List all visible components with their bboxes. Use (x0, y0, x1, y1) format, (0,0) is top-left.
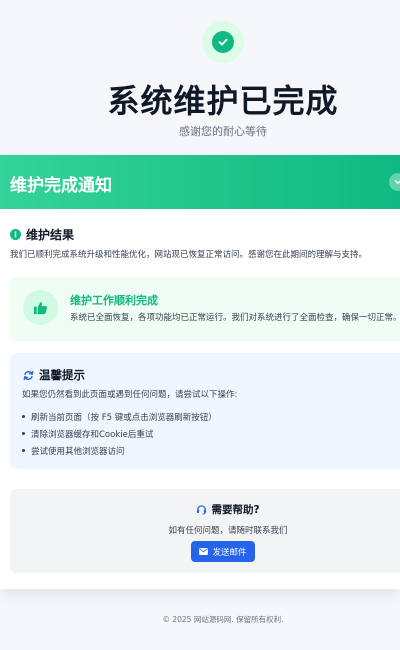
success-box: 维护工作顺利完成 系统已全面恢复，各项功能均已正常运行。我们对系统进行了全面检查… (10, 277, 400, 341)
help-box: 需要帮助? 如有任何问题，请随时联系我们 发送邮件 (10, 489, 400, 573)
help-text: 如有任何问题，请随时联系我们 (168, 526, 288, 536)
list-item: 清除浏览器缓存和Cookie后重试 (22, 425, 217, 442)
list-item: 刷新当前页面（按 F5 键或点击浏览器刷新按钮） (22, 408, 217, 425)
check-circle-icon (202, 21, 244, 63)
envelope-icon (199, 548, 209, 555)
list-item: 尝试使用其他浏览器访问 (22, 442, 217, 459)
tips-box: 温馨提示 如果您仍然看到此页面或遇到任何问题，请尝试以下操作: 刷新当前页面（按… (10, 353, 400, 469)
tips-heading: 温馨提示 (23, 367, 85, 383)
headset-icon (197, 505, 207, 515)
notice-banner: 维护完成通知 (0, 155, 400, 209)
page-title: 系统维护已完成 (107, 82, 339, 120)
result-heading: 维护结果 (10, 226, 74, 243)
thumbs-up-icon (23, 290, 58, 325)
hero-section: 系统维护已完成 感谢您的耐心等待 (0, 0, 400, 150)
result-description: 我们已顺利完成系统升级和性能优化，网站现已恢复正常访问。感谢您在此期间的理解与支… (10, 250, 368, 260)
check-icon (212, 31, 234, 53)
bullet (22, 449, 25, 452)
help-heading-label: 需要帮助? (211, 504, 260, 516)
success-title: 维护工作顺利完成 (70, 294, 158, 307)
send-email-button[interactable]: 发送邮件 (191, 541, 255, 562)
bullet (22, 415, 25, 418)
list-item-text: 清除浏览器缓存和Cookie后重试 (31, 429, 154, 440)
banner-title: 维护完成通知 (10, 176, 112, 196)
success-text: 系统已全面恢复，各项功能均已正常运行。我们对系统进行了全面检查，确保一切正常。 (70, 313, 400, 323)
bullet (22, 432, 25, 435)
help-heading: 需要帮助? (10, 502, 400, 517)
footer-copyright: © 2025 网站源码网. 保留所有权利. (162, 615, 284, 624)
result-heading-label: 维护结果 (26, 228, 75, 242)
notice-card: 维护完成通知 维护结果 我们已顺利完成系统升级和性能优化，网站现已恢复正常访问。… (0, 155, 400, 589)
list-item-text: 尝试使用其他浏览器访问 (31, 446, 125, 457)
page-subtitle: 感谢您的耐心等待 (179, 125, 267, 138)
chevron-down-icon[interactable] (389, 173, 400, 191)
refresh-icon (23, 370, 34, 380)
list-item-text: 刷新当前页面（按 F5 键或点击浏览器刷新按钮） (31, 412, 217, 423)
tips-intro: 如果您仍然看到此页面或遇到任何问题，请尝试以下操作: (22, 390, 238, 400)
tips-list: 刷新当前页面（按 F5 键或点击浏览器刷新按钮） 清除浏览器缓存和Cookie后… (22, 408, 217, 459)
send-email-label: 发送邮件 (212, 547, 247, 558)
info-icon (10, 229, 21, 240)
tips-heading-label: 温馨提示 (39, 368, 85, 382)
